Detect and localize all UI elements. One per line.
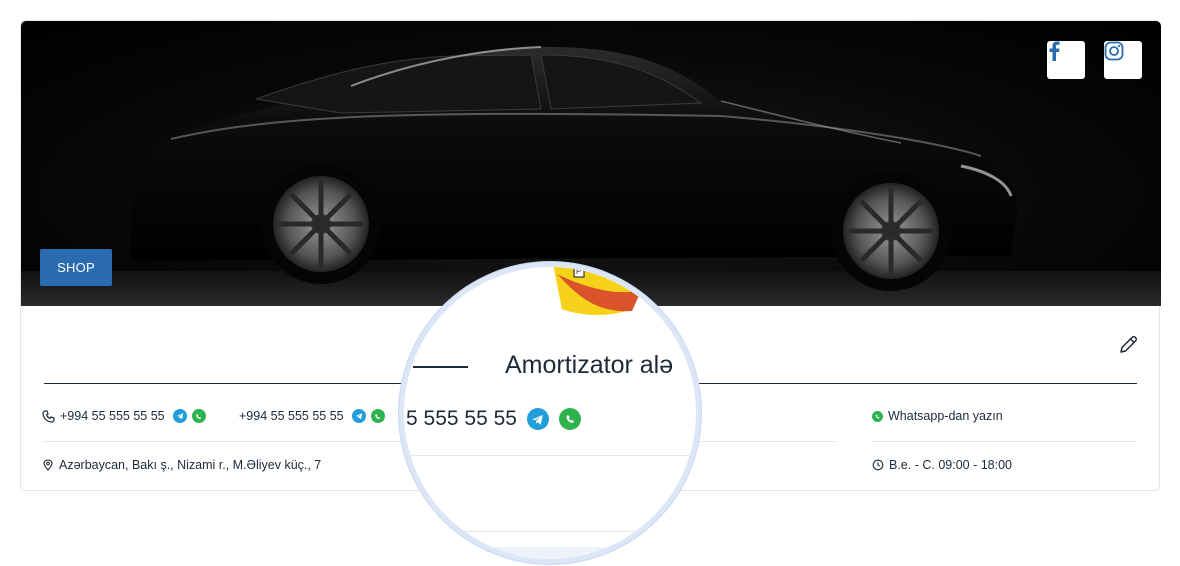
telegram-icon[interactable] [351,409,366,423]
facebook-link[interactable] [1047,41,1085,79]
title-dash [413,366,468,368]
address-row: Azərbaycan, Bakı ş., Nizami r., M.Əliyev… [42,458,321,472]
phone-number-2[interactable]: +994 55 555 55 55 [239,409,344,423]
phone-row-2: +994 55 555 55 55 [239,409,385,423]
phone-row-1: +994 55 555 55 55 [42,409,206,423]
whatsapp-icon[interactable] [558,408,581,430]
telegram-icon[interactable] [526,408,549,430]
zoomed-divider [404,531,696,532]
edit-pencil-icon[interactable] [1117,334,1139,356]
car-image [21,46,1161,306]
phone-icon [42,409,55,423]
hours-row: B.e. - C. 09:00 - 18:00 [872,458,1012,472]
cover-banner: SHOP [21,21,1161,306]
instagram-icon [1104,41,1124,61]
zoomed-phone-row: 5 555 55 55 [406,407,581,431]
whatsapp-write-link[interactable]: Whatsapp-dan yazın [888,409,1003,423]
working-hours: B.e. - C. 09:00 - 18:00 [889,458,1012,472]
whatsapp-small-icon [872,410,883,422]
clock-icon [872,459,884,471]
zoomed-divider [404,455,696,456]
whatsapp-row[interactable]: Whatsapp-dan yazın [872,409,1003,423]
zoomed-bottom-area [404,547,696,559]
phone-number-1[interactable]: +994 55 555 55 55 [60,409,165,423]
company-name: Amortizator alə [505,351,674,379]
shop-button[interactable]: SHOP [40,249,112,286]
whatsapp-icon[interactable] [191,409,206,423]
row-divider [872,441,1136,442]
company-logo: P [553,267,649,315]
zoomed-phone-number[interactable]: 5 555 55 55 [406,407,517,431]
address-text: Azərbaycan, Bakı ş., Nizami r., M.Əliyev… [59,458,322,472]
magnifier-lens: P Amortizator alə 5 555 55 55 [399,262,701,564]
location-pin-icon [43,459,53,471]
instagram-link[interactable] [1104,41,1142,79]
whatsapp-icon[interactable] [370,409,385,423]
telegram-icon[interactable] [172,409,187,423]
facebook-icon [1049,41,1060,61]
svg-text:P: P [576,267,581,276]
